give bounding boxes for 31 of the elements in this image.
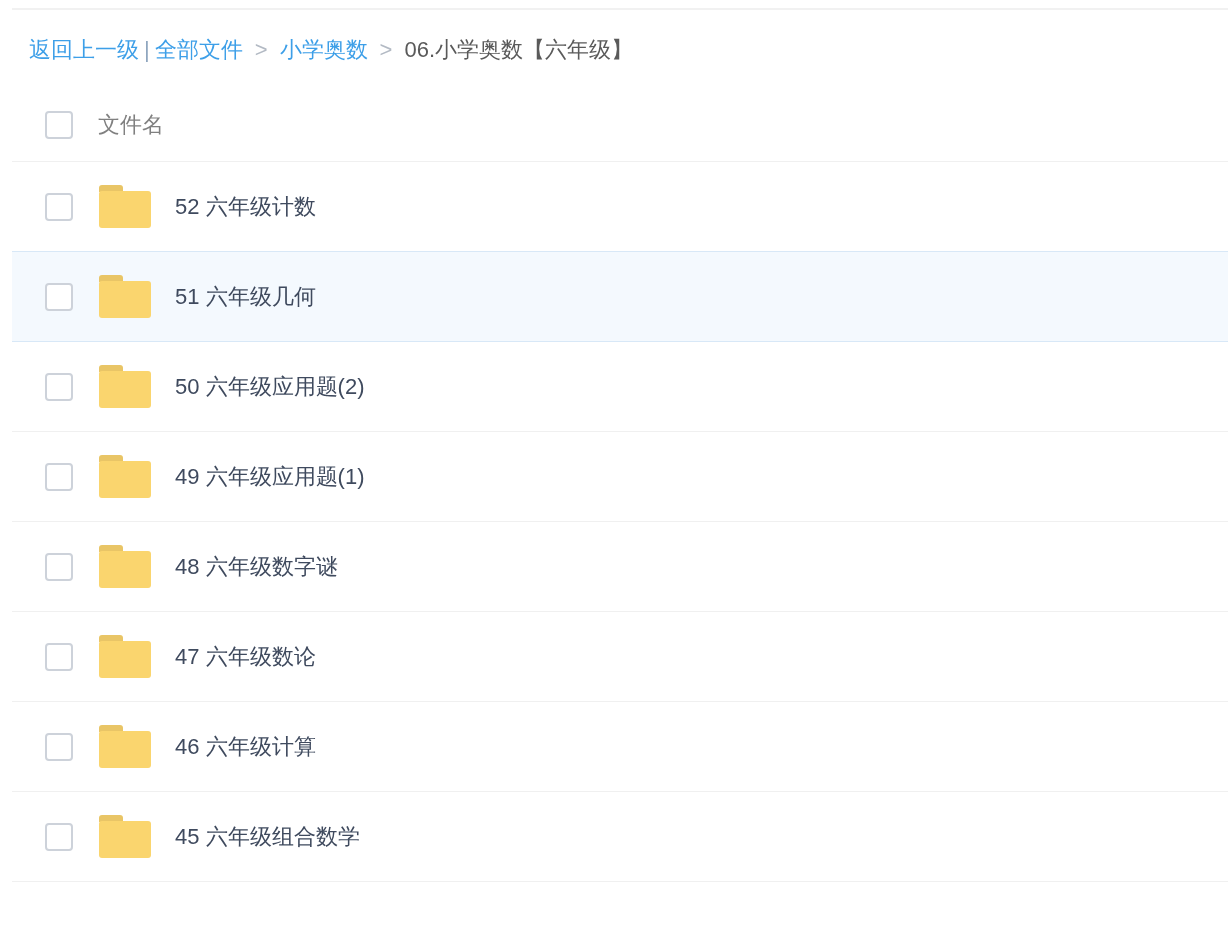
folder-icon (99, 725, 151, 768)
folder-icon (99, 635, 151, 678)
folder-name[interactable]: 49 六年级应用题(1) (175, 460, 365, 493)
breadcrumb-divider: | (144, 35, 150, 64)
row-checkbox[interactable] (45, 642, 73, 671)
folder-icon (99, 545, 151, 588)
breadcrumb-separator: > (254, 35, 268, 64)
row-checkbox[interactable] (45, 372, 73, 401)
folder-name[interactable]: 52 六年级计数 (175, 190, 316, 223)
row-checkbox[interactable] (45, 822, 73, 851)
column-header: 文件名 (98, 111, 164, 139)
folder-icon (99, 365, 151, 408)
folder-icon (99, 275, 151, 318)
row-checkbox[interactable] (45, 552, 73, 581)
breadcrumb-separator: > (379, 35, 393, 64)
folder-name[interactable]: 47 六年级数论 (175, 640, 316, 673)
folder-name[interactable]: 48 六年级数字谜 (175, 550, 338, 583)
file-row[interactable]: 51 六年级几何 (12, 251, 1228, 342)
row-checkbox[interactable] (45, 732, 73, 761)
folder-icon (99, 455, 151, 498)
row-checkbox[interactable] (45, 462, 73, 491)
folder-icon (99, 185, 151, 228)
folder-name[interactable]: 46 六年级计算 (175, 730, 316, 763)
folder-name[interactable]: 45 六年级组合数学 (175, 820, 360, 853)
folder-icon (99, 815, 151, 858)
current-folder-title: 06.小学奥数【六年级】 (404, 35, 634, 64)
row-checkbox[interactable] (45, 192, 73, 221)
select-all-checkbox[interactable] (45, 110, 73, 139)
folder-name[interactable]: 51 六年级几何 (175, 280, 316, 313)
row-checkbox[interactable] (45, 282, 73, 311)
folder-name[interactable]: 50 六年级应用题(2) (175, 370, 365, 403)
